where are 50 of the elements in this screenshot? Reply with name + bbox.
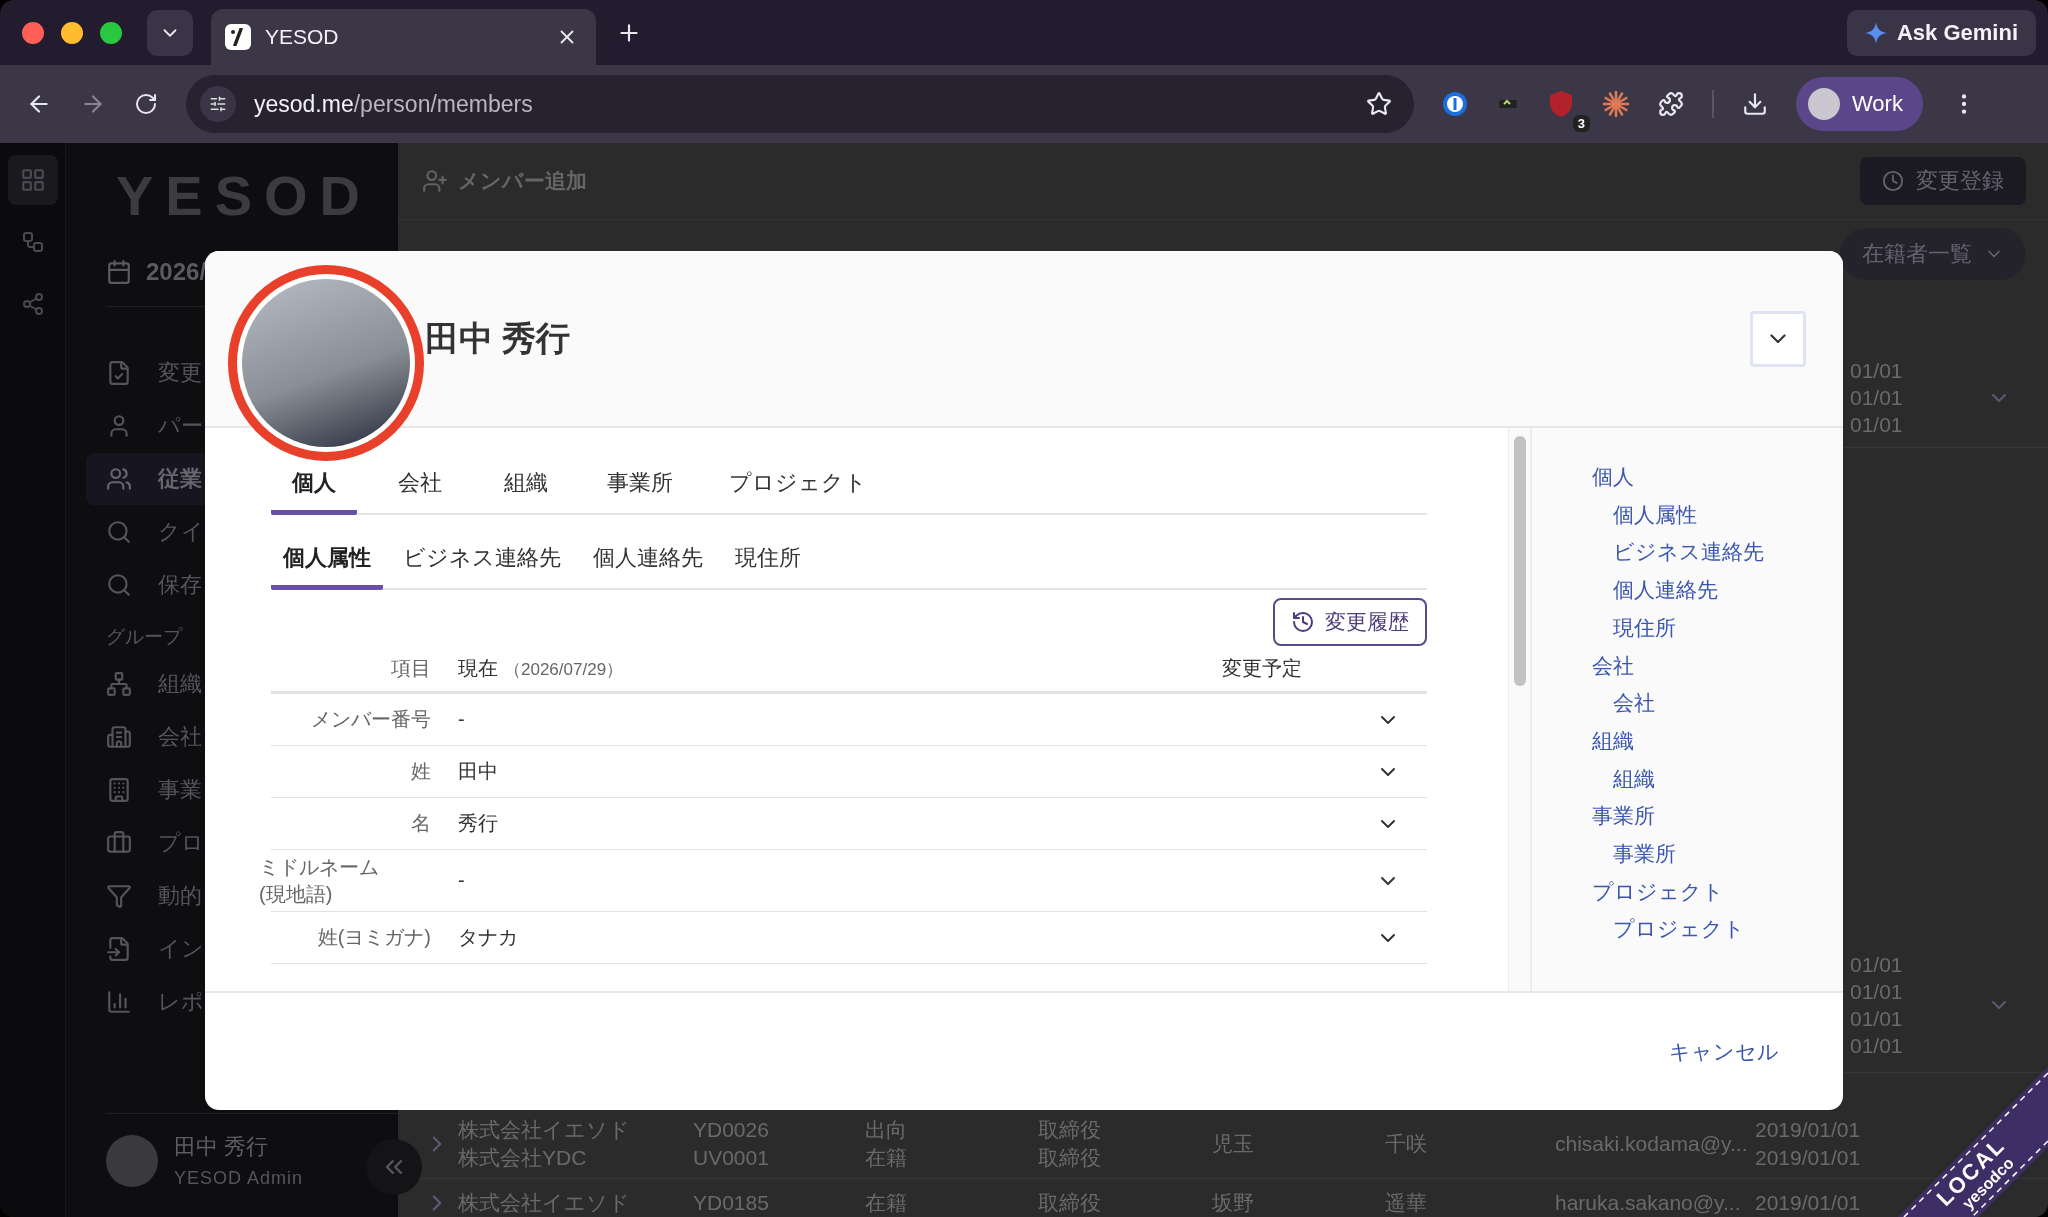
url-text: yesod.me/person/members <box>254 90 534 118</box>
field-label: ミドルネーム <box>259 854 379 880</box>
date-fragment: 01/01 <box>1850 413 1904 437</box>
table-cell-text: 取締役 <box>1038 1118 1102 1142</box>
tab-title: YESOD <box>265 25 340 49</box>
field-value: 秀行 <box>458 811 499 836</box>
person-name: 田中 秀行 <box>425 317 571 359</box>
date-text: 2026/ <box>146 258 207 286</box>
date-fragment: 01/01 <box>1850 1007 1904 1031</box>
table-cell-text: 在籍 <box>865 1190 908 1215</box>
current-date: （2026/07/29） <box>504 659 624 681</box>
date-fragment: 01/01 <box>1850 1034 1904 1058</box>
table-cell-text: 株式会社イエソド <box>458 1118 631 1142</box>
field-value: - <box>458 708 466 731</box>
column-heading: 現在 <box>458 656 498 681</box>
field-value: タナカ <box>458 925 519 950</box>
table-cell-text: 遥華 <box>1385 1190 1428 1215</box>
table-cell-text: 坂野 <box>1212 1190 1255 1215</box>
table-cell: chisaki.kodama@y... <box>1555 1131 1747 1156</box>
field-label: 姓 <box>411 759 431 784</box>
date-fragment: 01/01 <box>1850 358 1904 382</box>
field-label: 姓(ヨミガナ) <box>317 925 431 950</box>
field-value: 田中 <box>458 759 499 784</box>
table-cell-text: 2019/01/01 <box>1755 1145 1862 1169</box>
field-value: - <box>458 869 466 892</box>
date-fragment: 01/01 <box>1850 952 1904 976</box>
table-cell-text: YD0185 <box>693 1190 770 1215</box>
table-cell-text: 取締役 <box>1038 1145 1102 1169</box>
table-cell-text: 取締役 <box>1038 1190 1102 1215</box>
column-heading: 変更予定 <box>1222 656 1303 681</box>
table-cell-text: YD0026 <box>693 1118 770 1142</box>
nav-heading: グループ <box>106 625 184 649</box>
date-fragment: 01/01 <box>1850 385 1904 410</box>
table-cell-text: 2019/01/01 <box>1755 1118 1862 1142</box>
table-cell-text: 児玉 <box>1212 1131 1255 1156</box>
field-label: 名 <box>411 811 431 836</box>
field-label: (現地語) <box>259 881 333 907</box>
date-fragment: 01/01 <box>1850 979 1904 1003</box>
table-cell-text: 出向 <box>865 1118 908 1142</box>
column-heading: 項目 <box>391 656 431 681</box>
table-cell-text: haruka.sakano@y... <box>1555 1190 1742 1215</box>
extension-badge: 3 <box>1572 115 1590 132</box>
table-cell-text: 株式会社YDC <box>458 1145 588 1169</box>
table-cell-text: UV0001 <box>693 1145 770 1169</box>
table-cell-text: 株式会社イエソド <box>458 1190 631 1215</box>
table-cell-text: 在籍 <box>865 1145 908 1169</box>
field-label: メンバー番号 <box>311 707 431 732</box>
user-name: 田中 秀行 <box>174 1133 270 1161</box>
user-role: YESOD Admin <box>174 1168 304 1189</box>
table-cell-text: 千咲 <box>1385 1131 1428 1156</box>
